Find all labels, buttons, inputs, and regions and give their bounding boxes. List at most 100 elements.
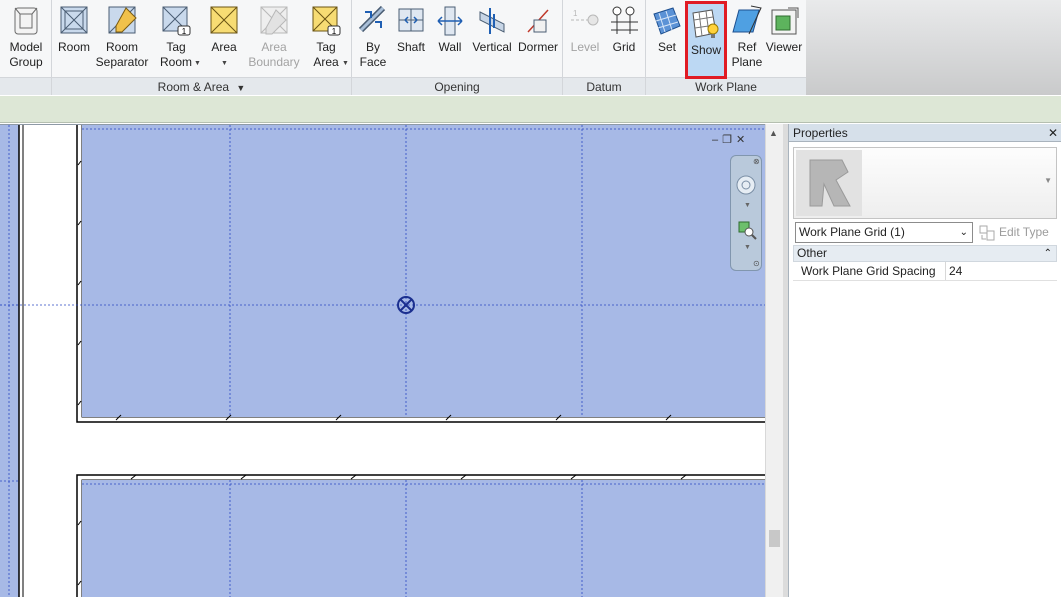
panel-datum-title: Datum bbox=[563, 77, 645, 95]
work-plane-lower bbox=[82, 480, 765, 597]
properties-close-icon[interactable]: ✕ bbox=[1048, 124, 1058, 142]
nav-bar-options-icon[interactable]: ⊙ bbox=[753, 259, 760, 268]
work-plane-left bbox=[0, 125, 19, 597]
model-group-label-2: Group bbox=[9, 55, 43, 69]
tag-room-label-1: Tag bbox=[166, 40, 186, 54]
close-view-icon[interactable]: ✕ bbox=[736, 134, 749, 146]
edit-type-button[interactable]: Edit Type bbox=[979, 223, 1049, 242]
vertical-button[interactable]: Vertical bbox=[470, 4, 514, 55]
panel-opening: By Face Shaft Wall Vertical Dormer Openi… bbox=[352, 0, 563, 95]
scroll-thumb[interactable] bbox=[769, 530, 780, 547]
shaft-icon bbox=[398, 8, 424, 32]
tag-room-label-2: Room bbox=[159, 55, 192, 69]
wall-opening-button[interactable]: Wall bbox=[432, 4, 468, 55]
properties-title-bar: Properties ✕ bbox=[789, 124, 1061, 142]
collapse-icon[interactable]: ⌃ bbox=[1044, 246, 1052, 261]
tag-room-button[interactable]: 1 Tag Room ▼ bbox=[156, 4, 201, 70]
ref-plane-icon bbox=[732, 5, 762, 35]
zoom-dropdown-icon[interactable]: ▼ bbox=[744, 244, 751, 251]
steering-wheel-icon[interactable] bbox=[735, 174, 759, 198]
set-icon bbox=[653, 7, 681, 35]
ref-plane-label-1: Ref bbox=[737, 40, 757, 54]
by-face-icon bbox=[358, 5, 386, 33]
room-separator-button[interactable]: Room Separator bbox=[94, 4, 150, 70]
shaft-label: Shaft bbox=[396, 40, 426, 54]
panel-room-area-label: Room & Area bbox=[157, 80, 230, 94]
panel-datum: 1 Level Grid Datum bbox=[563, 0, 646, 95]
vertical-label: Vertical bbox=[472, 40, 512, 54]
scroll-up-icon[interactable]: ▲ bbox=[769, 128, 778, 138]
by-face-button[interactable]: By Face bbox=[354, 4, 392, 70]
room-label: Room bbox=[57, 40, 90, 54]
model-group-label-1: Model bbox=[9, 40, 43, 54]
tag-area-button[interactable]: 1 Tag Area ▼ bbox=[306, 4, 349, 71]
dormer-button[interactable]: Dormer bbox=[516, 4, 560, 55]
tag-area-dropdown-icon[interactable]: ▼ bbox=[342, 56, 349, 71]
grid-button[interactable]: Grid bbox=[605, 4, 643, 55]
area-boundary-label-1: Area bbox=[261, 40, 287, 54]
tag-area-icon: 1 bbox=[312, 6, 341, 36]
dormer-label: Dormer bbox=[517, 40, 558, 54]
nav-bar-close-icon[interactable]: ⊗ bbox=[753, 157, 760, 166]
floor-plan-view[interactable] bbox=[0, 125, 765, 597]
wall-opening-icon bbox=[437, 6, 463, 36]
room-separator-icon bbox=[108, 6, 137, 34]
level-icon: 1 bbox=[571, 9, 599, 26]
model-group-button[interactable]: Model Group bbox=[4, 4, 48, 70]
panel-room-area-title[interactable]: Room & Area ▼ bbox=[52, 77, 351, 95]
ref-plane-button[interactable]: Ref Plane bbox=[728, 4, 766, 70]
edit-type-label: Edit Type bbox=[999, 225, 1049, 239]
area-dropdown-icon[interactable]: ▼ bbox=[221, 56, 228, 71]
viewer-icon bbox=[771, 7, 799, 35]
tag-area-label-1: Tag bbox=[316, 40, 336, 54]
drawing-canvas[interactable]: ‒❐✕ ⊗ ▼ ▼ ⊙ bbox=[0, 124, 765, 597]
param-name: Work Plane Grid Spacing bbox=[801, 264, 936, 278]
wall-opening-label: Wall bbox=[438, 40, 462, 54]
panel-room-area: Room Room Separator 1 Tag Room ▼ Area ▼ … bbox=[52, 0, 352, 95]
view-window-controls: ‒❐✕ bbox=[712, 133, 749, 146]
category-row-other[interactable]: Other ⌃ bbox=[793, 245, 1057, 262]
tag-room-icon: 1 bbox=[162, 6, 191, 36]
tag-room-dropdown-icon[interactable]: ▼ bbox=[194, 56, 201, 71]
viewer-label: Viewer bbox=[765, 40, 803, 54]
by-face-label-2: Face bbox=[359, 55, 387, 69]
type-selector[interactable]: Work Plane Grid (1) ⌄ bbox=[795, 222, 973, 243]
area-button[interactable]: Area ▼ bbox=[204, 4, 244, 67]
shaft-button[interactable]: Shaft bbox=[392, 4, 430, 55]
show-label: Show bbox=[690, 43, 722, 57]
zoom-region-icon[interactable] bbox=[737, 220, 757, 240]
preview-dropdown-icon[interactable]: ▼ bbox=[1044, 176, 1052, 185]
svg-text:1: 1 bbox=[182, 27, 187, 36]
minimize-view-icon[interactable]: ‒ bbox=[712, 134, 722, 146]
restore-view-icon[interactable]: ❐ bbox=[722, 134, 736, 146]
panel-opening-title: Opening bbox=[352, 77, 562, 95]
steering-wheel-dropdown-icon[interactable]: ▼ bbox=[744, 202, 751, 209]
area-label: Area bbox=[211, 40, 237, 54]
type-preview: ▼ bbox=[793, 147, 1057, 219]
grid-spacing-input[interactable]: 24 bbox=[945, 262, 1056, 280]
set-button[interactable]: Set bbox=[648, 4, 686, 55]
level-label: Level bbox=[570, 40, 600, 54]
vertical-icon bbox=[479, 8, 505, 34]
area-boundary-label-2: Boundary bbox=[248, 55, 300, 69]
by-face-label-1: By bbox=[365, 40, 380, 54]
grid-icon bbox=[611, 6, 638, 34]
grid-label: Grid bbox=[612, 40, 636, 54]
area-boundary-button[interactable]: Area Boundary bbox=[246, 4, 302, 70]
model-group-icon bbox=[14, 7, 38, 35]
viewer-button[interactable]: Viewer bbox=[764, 4, 804, 55]
set-label: Set bbox=[657, 40, 676, 54]
room-button[interactable]: Room bbox=[54, 4, 94, 55]
area-icon bbox=[210, 6, 238, 34]
show-button[interactable]: Show bbox=[685, 1, 727, 79]
area-boundary-icon bbox=[260, 6, 288, 35]
ref-plane-label-2: Plane bbox=[731, 55, 763, 69]
panel-expand-icon[interactable]: ▼ bbox=[236, 83, 245, 93]
vertical-scrollbar[interactable]: ▲ bbox=[765, 124, 783, 597]
level-button[interactable]: 1 Level bbox=[565, 4, 605, 55]
tag-area-label-2: Area bbox=[313, 55, 339, 69]
category-label: Other bbox=[797, 246, 828, 260]
panel-build-title bbox=[0, 77, 51, 95]
chevron-down-icon[interactable]: ⌄ bbox=[960, 223, 968, 242]
work-plane-upper bbox=[82, 125, 765, 417]
